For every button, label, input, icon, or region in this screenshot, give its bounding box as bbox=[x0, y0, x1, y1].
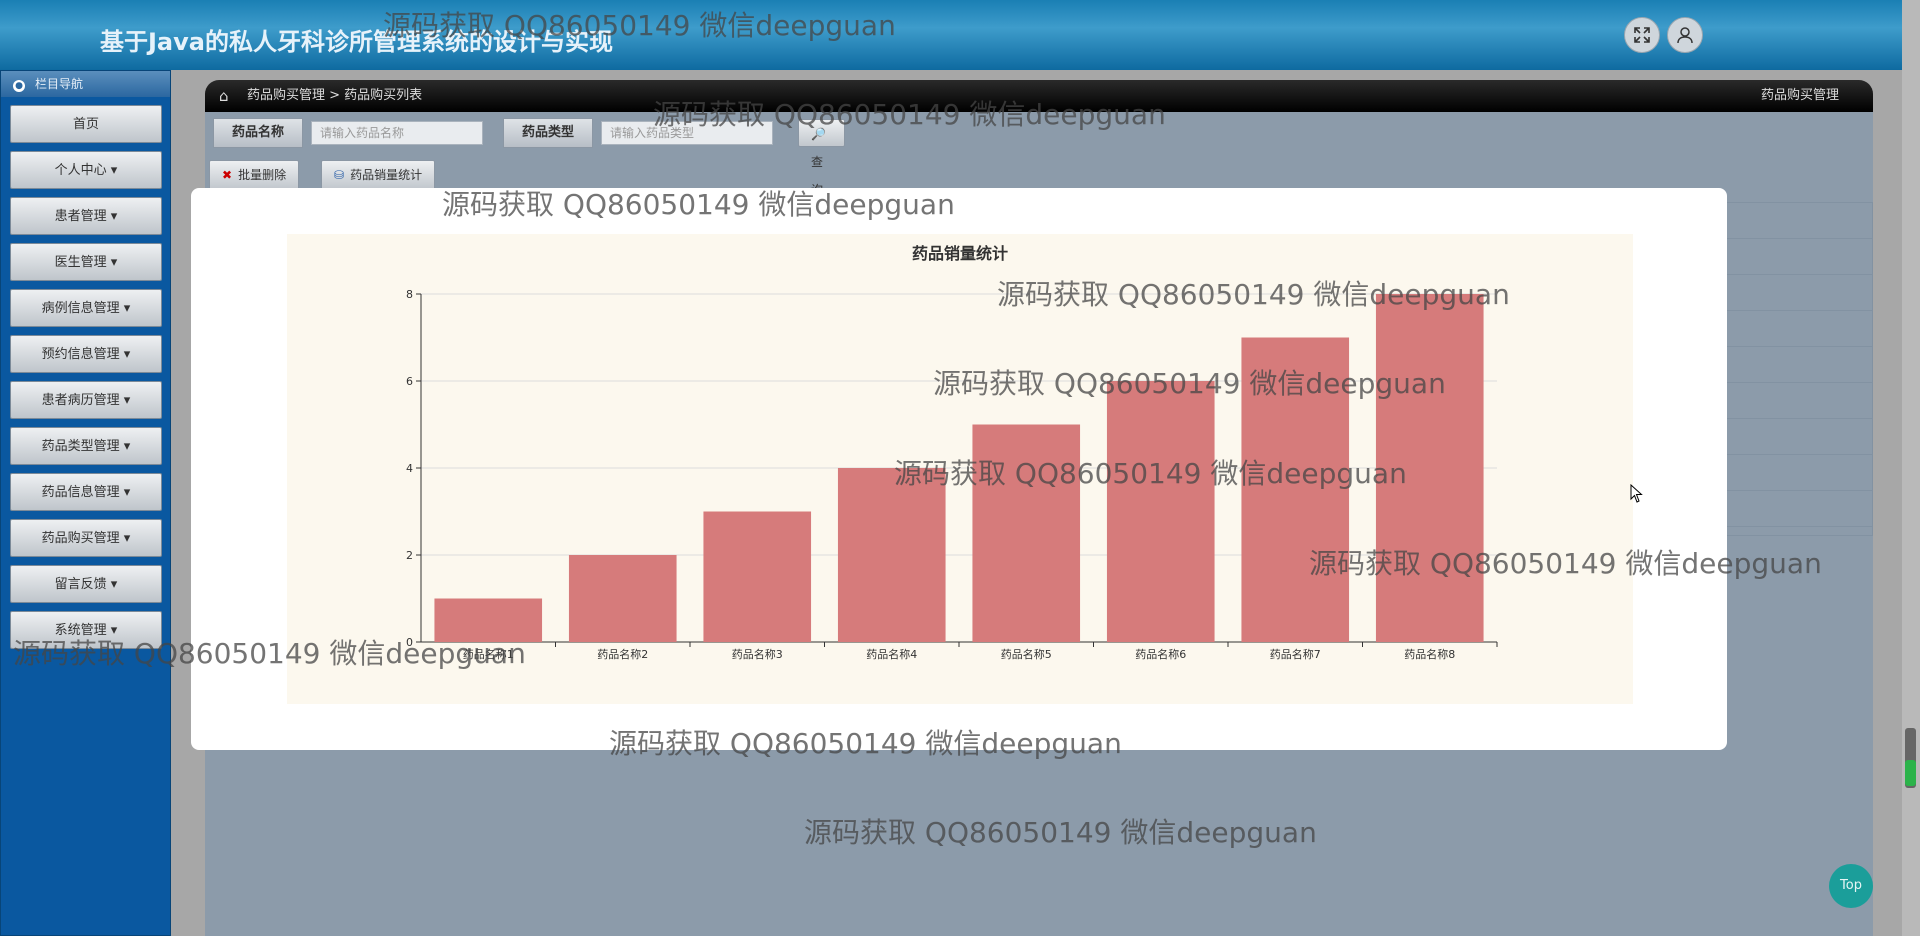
breadcrumb: 药品购买管理 > 药品购买列表 bbox=[247, 88, 423, 103]
sidebar-item-doctor-management[interactable]: 医生管理 ▾ bbox=[10, 243, 162, 281]
bar-chart: 0 2 4 6 8 药品名称1 药品名称2 药品名称3 药品名称4 药品名称5 药品名称6 药品名称7… bbox=[406, 288, 1498, 661]
sidebar: ● 栏目导航 首页 个人中心 ▾ 患者管理 ▾ 医生管理 ▾ 病例信息管理 ▾ 预… bbox=[0, 70, 171, 936]
sidebar-item-personal-center[interactable]: 个人中心 ▾ bbox=[10, 151, 162, 189]
search-icon: 🔎 bbox=[811, 127, 826, 141]
chart-bar bbox=[972, 424, 1081, 642]
user-button[interactable] bbox=[1667, 17, 1703, 53]
table-row bbox=[1724, 491, 1872, 527]
mouse-cursor-icon bbox=[1630, 484, 1643, 503]
scrollbar-indicator bbox=[1905, 760, 1916, 786]
x-tick-label: 药品名称5 bbox=[1001, 647, 1052, 661]
y-tick-label: 0 bbox=[406, 636, 413, 649]
drug-type-label: 药品类型 bbox=[503, 118, 593, 148]
sidebar-title: 栏目导航 bbox=[35, 77, 84, 91]
x-tick-label: 药品名称7 bbox=[1270, 647, 1321, 661]
app-title: 基于Java的私人牙科诊所管理系统的设计与实现 bbox=[100, 28, 613, 56]
page-scrollbar[interactable] bbox=[1902, 0, 1920, 936]
breadcrumb-bar: ⌂ 药品购买管理 > 药品购买列表 药品购买管理 bbox=[205, 80, 1873, 112]
x-tick-label: 药品名称3 bbox=[732, 647, 783, 661]
sales-stats-label: 药品销量统计 bbox=[350, 168, 423, 182]
chart-bar bbox=[703, 511, 812, 642]
chart-container: 药品销量统计 0 2 4 6 8 药品名称1 药品名称2 药品名称3 药品名称4 药品名称5 药品名… bbox=[287, 234, 1633, 704]
sidebar-item-drug-purchase[interactable]: 药品购买管理 ▾ bbox=[10, 519, 162, 557]
home-icon[interactable]: ⌂ bbox=[219, 80, 229, 112]
chart-bar bbox=[568, 555, 677, 642]
sidebar-item-appointment-info[interactable]: 预约信息管理 ▾ bbox=[10, 335, 162, 373]
user-icon bbox=[1677, 27, 1693, 44]
table-row bbox=[1724, 347, 1872, 383]
sidebar-item-patient-management[interactable]: 患者管理 ▾ bbox=[10, 197, 162, 235]
sidebar-item-system[interactable]: 系统管理 ▾ bbox=[10, 611, 162, 649]
table-row bbox=[1724, 455, 1872, 491]
back-to-top-button[interactable]: Top bbox=[1829, 864, 1873, 908]
sidebar-menu: 首页 个人中心 ▾ 患者管理 ▾ 医生管理 ▾ 病例信息管理 ▾ 预约信息管理 … bbox=[1, 97, 170, 649]
table-row bbox=[1724, 311, 1872, 347]
sidebar-item-case-info[interactable]: 病例信息管理 ▾ bbox=[10, 289, 162, 327]
batch-delete-label: 批量删除 bbox=[238, 168, 287, 182]
sidebar-item-drug-type[interactable]: 药品类型管理 ▾ bbox=[10, 427, 162, 465]
table-row bbox=[1724, 383, 1872, 419]
sidebar-header: ● 栏目导航 bbox=[1, 71, 170, 97]
sidebar-item-drug-info[interactable]: 药品信息管理 ▾ bbox=[10, 473, 162, 511]
y-tick-label: 6 bbox=[406, 375, 413, 388]
drug-name-label: 药品名称 bbox=[213, 118, 303, 148]
section-title: 药品购买管理 bbox=[1760, 88, 1839, 103]
chart-bar bbox=[1241, 337, 1350, 642]
chart-bar bbox=[434, 598, 543, 642]
database-icon: ⛁ bbox=[334, 168, 345, 182]
table-row bbox=[1724, 275, 1872, 311]
x-tick-label: 药品名称2 bbox=[597, 647, 648, 661]
expand-icon bbox=[1634, 27, 1650, 43]
data-table bbox=[1723, 202, 1873, 536]
top-header: 基于Java的私人牙科诊所管理系统的设计与实现 bbox=[0, 0, 1902, 70]
chart-modal: 药品销量统计 0 2 4 6 8 药品名称1 药品名称2 药品名称3 药品名称4 药品名称5 药品名… bbox=[191, 188, 1727, 750]
x-tick-label: 药品名称8 bbox=[1404, 647, 1455, 661]
sales-stats-button[interactable]: ⛁ 药品销量统计 bbox=[321, 160, 436, 190]
sidebar-item-home[interactable]: 首页 bbox=[10, 105, 162, 143]
chart-bar bbox=[1375, 294, 1484, 642]
fullscreen-button[interactable] bbox=[1624, 17, 1660, 53]
query-button[interactable]: 🔎查询 bbox=[798, 119, 845, 197]
table-row bbox=[1724, 419, 1872, 455]
chart-bar bbox=[837, 468, 946, 642]
drug-type-input[interactable]: 请输入药品类型 bbox=[601, 121, 773, 145]
table-row bbox=[1724, 203, 1872, 239]
drug-name-input[interactable]: 请输入药品名称 bbox=[311, 121, 483, 145]
sidebar-item-patient-records[interactable]: 患者病历管理 ▾ bbox=[10, 381, 162, 419]
y-tick-label: 8 bbox=[406, 288, 413, 301]
batch-delete-button[interactable]: ✖ 批量删除 bbox=[209, 160, 300, 190]
chart-bar bbox=[1106, 381, 1215, 642]
collapse-icon[interactable]: ● bbox=[13, 80, 25, 92]
x-tick-label: 药品名称4 bbox=[866, 647, 917, 661]
y-tick-label: 4 bbox=[406, 462, 413, 475]
table-row bbox=[1724, 239, 1872, 275]
x-tick-label: 药品名称6 bbox=[1135, 647, 1186, 661]
delete-icon: ✖ bbox=[222, 168, 233, 182]
sidebar-item-feedback[interactable]: 留言反馈 ▾ bbox=[10, 565, 162, 603]
y-tick-label: 2 bbox=[406, 549, 413, 562]
x-tick-label: 药品名称1 bbox=[463, 647, 514, 661]
